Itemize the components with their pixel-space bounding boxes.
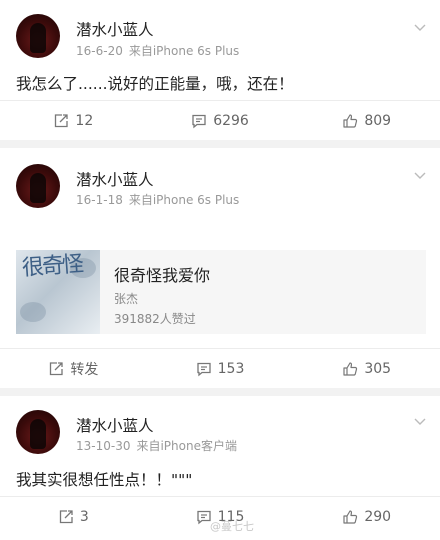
album-cover-title: 很奇怪 — [21, 251, 83, 282]
weibo-post: 潜水小蓝人 16-6-20 来自iPhone 6s Plus 我怎么了......… — [0, 0, 440, 140]
like-icon — [343, 361, 358, 376]
like-count: 809 — [364, 112, 392, 129]
repost-button[interactable]: 12 — [0, 101, 147, 140]
repost-icon — [50, 361, 63, 375]
song-artist: 张杰 — [114, 292, 139, 306]
post-source: 来自iPhone客户端 — [136, 439, 237, 453]
chevron-down-icon[interactable] — [414, 416, 426, 428]
weibo-post: 潜水小蓝人 16-1-18 来自iPhone 6s Plus 很奇怪 很奇怪我爱你… — [0, 148, 440, 388]
post-text: 我其实很想任性点！！""" — [16, 471, 193, 489]
like-count: 305 — [364, 360, 392, 377]
post-text: 我怎么了......说好的正能量，哦，还在！ — [16, 75, 294, 93]
like-count: 290 — [364, 508, 392, 525]
like-icon — [343, 509, 358, 524]
chevron-down-icon[interactable] — [414, 170, 426, 182]
repost-count: 12 — [75, 112, 94, 129]
watermark: @蔓七七 — [210, 520, 254, 533]
repost-button[interactable]: 转发 — [0, 349, 147, 388]
post-meta: 13-10-30 来自iPhone客户端 — [76, 437, 243, 454]
post-date: 16-6-20 — [76, 44, 123, 58]
author-name[interactable]: 潜水小蓝人 — [76, 18, 154, 40]
like-button[interactable]: 290 — [293, 497, 440, 536]
avatar[interactable] — [16, 164, 60, 208]
comment-button[interactable]: 153 — [147, 349, 294, 388]
author-name[interactable]: 潜水小蓝人 — [76, 414, 154, 436]
like-icon — [343, 113, 358, 128]
author-name[interactable]: 潜水小蓝人 — [76, 168, 154, 190]
comment-count: 6296 — [213, 112, 249, 129]
music-card[interactable]: 很奇怪 很奇怪我爱你 张杰 391882人赞过 — [16, 250, 426, 334]
repost-icon — [59, 509, 73, 523]
like-button[interactable]: 809 — [293, 101, 440, 140]
post-date: 16-1-18 — [76, 193, 123, 207]
repost-button[interactable]: 3 — [0, 497, 147, 536]
post-date: 13-10-30 — [76, 439, 131, 453]
action-bar: 12 6296 809 — [0, 100, 440, 140]
repost-label: 转发 — [70, 361, 99, 378]
comment-icon — [192, 114, 206, 128]
song-likes: 391882人赞过 — [114, 312, 196, 326]
comment-icon — [196, 362, 211, 376]
comment-button[interactable]: 6296 — [147, 101, 294, 140]
repost-icon — [55, 113, 69, 127]
post-meta: 16-6-20 来自iPhone 6s Plus — [76, 42, 245, 59]
post-source: 来自iPhone 6s Plus — [128, 193, 240, 207]
like-button[interactable]: 305 — [293, 349, 440, 388]
post-meta: 16-1-18 来自iPhone 6s Plus — [76, 191, 245, 208]
post-source: 来自iPhone 6s Plus — [128, 44, 240, 58]
comment-count: 153 — [217, 360, 245, 377]
chevron-down-icon[interactable] — [414, 22, 426, 34]
repost-count: 3 — [79, 508, 89, 525]
action-bar: 转发 153 305 — [0, 348, 440, 388]
avatar[interactable] — [16, 14, 60, 58]
song-title: 很奇怪我爱你 — [114, 266, 211, 285]
avatar[interactable] — [16, 410, 60, 454]
album-cover: 很奇怪 — [16, 250, 100, 334]
